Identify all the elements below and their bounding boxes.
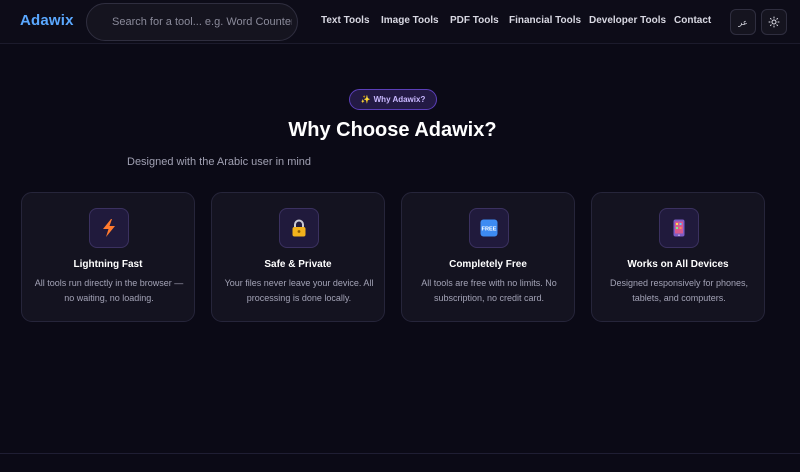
lock-icon xyxy=(292,219,306,237)
sparkles-icon: ✨ xyxy=(360,95,371,104)
feature-title: Safe & Private xyxy=(264,259,332,270)
feature-title: Completely Free xyxy=(449,259,527,270)
nav-link-developer-tools[interactable]: Developer Tools xyxy=(589,15,666,26)
section-subtitle: Designed with the Arabic user in mind xyxy=(127,156,312,168)
feature-icon-box xyxy=(89,208,129,248)
language-toggle-button[interactable]: عر xyxy=(730,9,756,35)
feature-icon-box xyxy=(659,208,699,248)
free-icon-label: FREE xyxy=(482,227,497,233)
feature-description: All tools are free with no limits. No su… xyxy=(421,278,557,303)
theme-toggle-button[interactable] xyxy=(761,9,787,35)
feature-description: Your files never leave your device. All … xyxy=(224,278,374,303)
nav-link-pdf-tools[interactable]: PDF Tools xyxy=(450,15,499,26)
section-title: Why Choose Adawix? xyxy=(288,119,497,141)
feature-description: Designed responsively for phones, tablet… xyxy=(609,278,749,303)
feature-card-lightning-fast: Lightning Fast All tools run directly in… xyxy=(21,192,195,322)
badge-label: Why Adawix? xyxy=(373,95,426,104)
feature-card-safe-private: Safe & Private Your files never leave yo… xyxy=(211,192,385,322)
language-label: عر xyxy=(738,17,748,27)
feature-icon-box: FREE xyxy=(469,208,509,248)
feature-title: Lightning Fast xyxy=(73,259,143,270)
nav-link-image-tools[interactable]: Image Tools xyxy=(381,15,439,26)
mobile-phone-icon xyxy=(673,219,685,237)
search-input[interactable] xyxy=(112,16,292,28)
free-icon: FREE xyxy=(480,219,498,237)
lightning-icon xyxy=(103,219,115,237)
feature-icon-box xyxy=(279,208,319,248)
feature-title: Works on All Devices xyxy=(627,259,729,270)
feature-card-completely-free: FREE Completely Free All tools are free … xyxy=(401,192,575,322)
section-badge: ✨ Why Adawix? xyxy=(349,89,437,110)
nav-link-financial-tools[interactable]: Financial Tools xyxy=(509,15,581,26)
feature-card-all-devices: Works on All Devices Designed responsive… xyxy=(591,192,765,322)
sun-icon xyxy=(768,16,780,28)
logo[interactable]: Adawix xyxy=(20,12,74,29)
nav-link-contact[interactable]: Contact xyxy=(674,15,711,26)
feature-description: All tools run directly in the browser — … xyxy=(34,278,184,303)
search-bar[interactable] xyxy=(86,3,298,41)
navbar: Adawix Text Tools Image Tools PDF Tools … xyxy=(0,0,800,44)
section-divider xyxy=(0,453,800,454)
nav-link-text-tools[interactable]: Text Tools xyxy=(321,15,370,26)
